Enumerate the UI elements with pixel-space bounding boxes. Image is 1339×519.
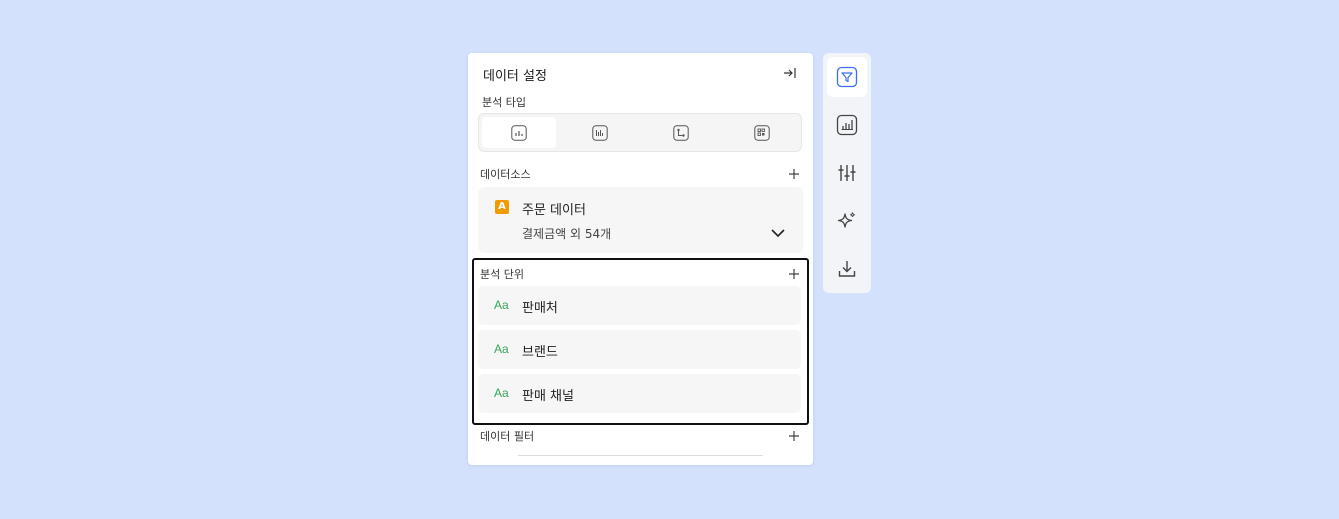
- list-item[interactable]: Aa 판매처: [478, 286, 801, 325]
- filter-tool-button[interactable]: [827, 57, 867, 97]
- unit-label: 판매 채널: [522, 389, 574, 404]
- chevron-down-icon[interactable]: [770, 225, 786, 239]
- data-filter-label: 데이터 필터: [480, 430, 535, 443]
- unit-label: 판매처: [522, 301, 558, 316]
- side-toolbar: [823, 53, 871, 293]
- download-icon: [838, 261, 856, 277]
- sliders-icon: [838, 165, 856, 181]
- source-name: 주문 데이터: [522, 203, 586, 218]
- column-chart-icon: [592, 124, 608, 141]
- bar-chart-type-tab[interactable]: [482, 117, 556, 148]
- analysis-type-label: 분석 타입: [482, 96, 526, 109]
- collapse-panel-icon[interactable]: [782, 65, 798, 81]
- panel-title: 데이터 설정: [483, 69, 547, 84]
- divider: [518, 455, 763, 456]
- source-fields: 결제금액 외 54개: [522, 227, 612, 241]
- add-data-source-icon[interactable]: [787, 166, 801, 180]
- list-item[interactable]: Aa 판매 채널: [478, 374, 801, 413]
- data-source-card[interactable]: A 주문 데이터 결제금액 외 54개: [478, 187, 803, 253]
- text-type-icon: Aa: [494, 386, 509, 400]
- sparkle-icon: [837, 212, 855, 228]
- add-analysis-unit-icon[interactable]: [787, 266, 801, 280]
- text-type-icon: Aa: [494, 298, 509, 312]
- column-chart-type-tab[interactable]: [563, 117, 637, 148]
- analysis-unit-label: 분석 단위: [480, 268, 524, 281]
- analysis-type-tabs: [478, 113, 802, 152]
- panel-header: 데이터 설정: [468, 53, 813, 93]
- data-settings-panel: 데이터 설정 분석 타입 데이터소스 A 주문 데이터 결제금액 외 54개 분…: [468, 53, 813, 465]
- grid-chart-icon: [754, 124, 770, 141]
- sliders-tool-button[interactable]: [827, 153, 867, 193]
- unit-label: 브랜드: [522, 345, 558, 360]
- chart-tool-button[interactable]: [827, 105, 867, 145]
- analysis-unit-section: 분석 단위 Aa 판매처 Aa 브랜드 Aa 판매 채널: [472, 258, 809, 425]
- source-badge: A: [495, 200, 509, 214]
- flow-chart-icon: [673, 124, 689, 141]
- text-type-icon: Aa: [494, 342, 509, 356]
- flow-chart-type-tab[interactable]: [644, 117, 718, 148]
- download-tool-button[interactable]: [827, 249, 867, 289]
- filter-icon: [836, 66, 858, 88]
- ai-tool-button[interactable]: [827, 201, 867, 241]
- chart-icon: [836, 114, 858, 136]
- grid-chart-type-tab[interactable]: [725, 117, 799, 148]
- bar-chart-icon: [511, 124, 527, 141]
- add-data-filter-icon[interactable]: [787, 428, 801, 442]
- list-item[interactable]: Aa 브랜드: [478, 330, 801, 369]
- data-source-label: 데이터소스: [480, 168, 531, 181]
